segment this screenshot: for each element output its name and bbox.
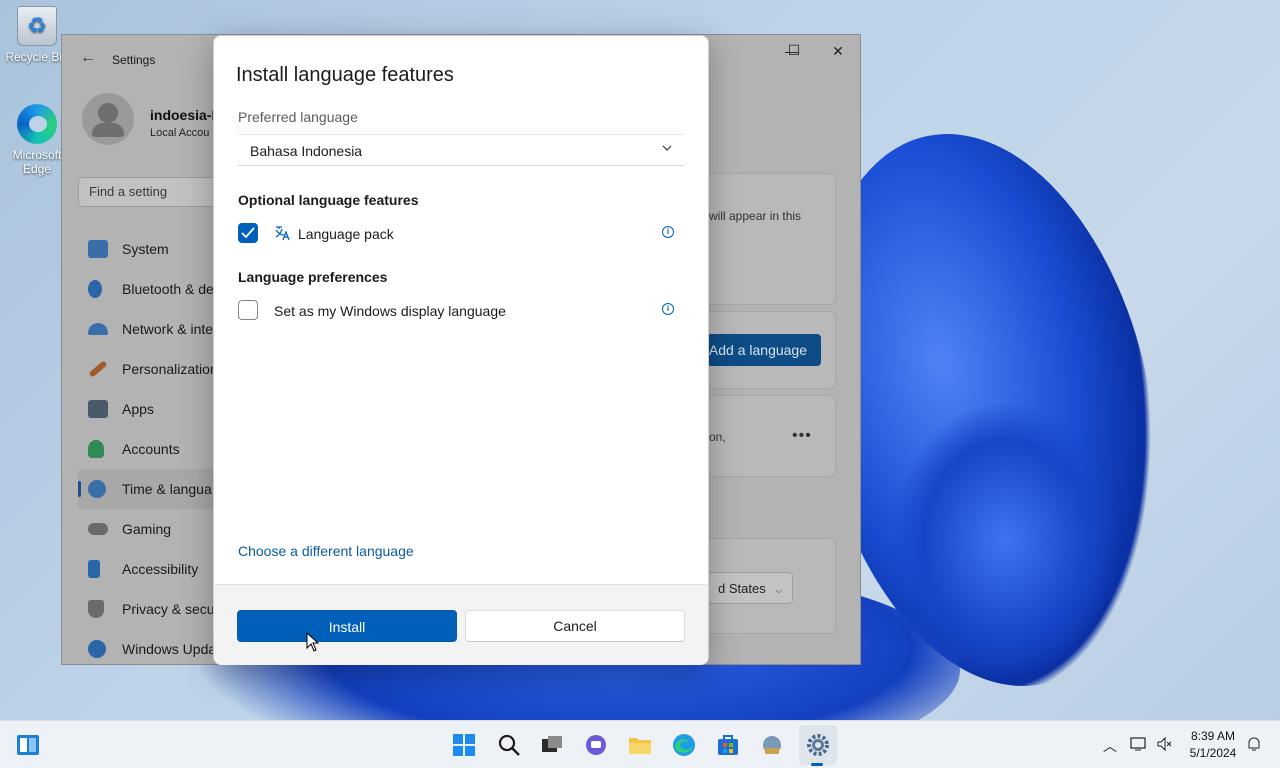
chevron-down-icon: ⌵ xyxy=(775,585,783,595)
back-arrow-icon[interactable]: ← xyxy=(80,49,96,67)
dialog-title: Install language features xyxy=(236,64,454,86)
cancel-button[interactable]: Cancel xyxy=(465,610,685,642)
gamepad-icon xyxy=(88,523,108,535)
monitor-network-icon[interactable] xyxy=(1130,736,1146,752)
sidebar-item-time-language[interactable]: Time & langua xyxy=(78,469,228,509)
volume-muted-icon[interactable] xyxy=(1156,736,1172,752)
recycle-bin-icon: ♻ xyxy=(17,6,57,46)
maximize-icon: ☐ xyxy=(787,42,801,58)
sidebar-item-apps[interactable]: Apps xyxy=(78,389,228,429)
add-language-button[interactable]: Add a language xyxy=(707,334,821,366)
choose-different-language-link[interactable]: Choose a different language xyxy=(238,543,414,559)
sidebar-item-system[interactable]: System xyxy=(78,229,228,269)
wifi-icon xyxy=(88,323,108,335)
chevron-down-icon xyxy=(662,145,672,151)
preferred-language-label: Preferred language xyxy=(238,109,358,125)
file-explorer-icon[interactable] xyxy=(628,733,652,757)
start-icon[interactable] xyxy=(452,733,476,757)
display-language-checkbox[interactable] xyxy=(238,300,258,320)
display-language-label: Set as my Windows display language xyxy=(274,303,506,319)
search-icon[interactable] xyxy=(497,733,521,757)
sidebar-item-network[interactable]: Network & inte xyxy=(78,309,228,349)
brush-icon xyxy=(88,360,108,378)
install-language-dialog: Install language features Preferred lang… xyxy=(213,35,709,665)
sidebar-item-gaming[interactable]: Gaming xyxy=(78,509,228,549)
sidebar-item-bluetooth[interactable]: Bluetooth & de xyxy=(78,269,228,309)
sidebar-item-accessibility[interactable]: Accessibility xyxy=(78,549,228,589)
user-name: indoesia-F xyxy=(150,107,221,123)
mouse-cursor-icon xyxy=(306,632,320,652)
sidebar-item-accounts[interactable]: Accounts xyxy=(78,429,228,469)
checkmark-icon xyxy=(241,227,255,239)
apps-icon xyxy=(88,400,108,418)
install-button[interactable]: Install xyxy=(237,610,457,642)
taskbar: ︿ 8:39 AM 5/1/2024 xyxy=(0,720,1280,768)
language-icon xyxy=(275,226,290,241)
person-icon xyxy=(88,440,104,458)
clock-time[interactable]: 8:39 AM xyxy=(1188,729,1238,743)
sidebar-item-privacy[interactable]: Privacy & secu xyxy=(78,589,228,629)
update-icon xyxy=(88,640,106,658)
more-options-icon[interactable]: ••• xyxy=(792,427,812,445)
bluetooth-icon xyxy=(88,280,102,298)
sidebar-item-personalization[interactable]: Personalization xyxy=(78,349,228,389)
accessibility-icon xyxy=(88,560,100,578)
shield-icon xyxy=(88,600,104,618)
sidebar-item-windows-update[interactable]: Windows Upda xyxy=(78,629,228,669)
info-icon[interactable]: i xyxy=(662,226,674,238)
region-select[interactable]: d States ⌵ xyxy=(707,572,793,604)
system-icon xyxy=(88,240,108,258)
clock-date[interactable]: 5/1/2024 xyxy=(1188,746,1238,760)
window-title: Settings xyxy=(112,53,156,67)
running-indicator xyxy=(811,763,823,766)
preferred-language-dropdown[interactable]: Bahasa Indonesia xyxy=(238,134,684,166)
edge-icon[interactable] xyxy=(672,733,696,757)
dialog-footer: Install Cancel xyxy=(214,584,708,665)
notification-icon[interactable] xyxy=(1246,736,1262,752)
dropdown-value: Bahasa Indonesia xyxy=(250,143,363,159)
card-description: on, xyxy=(709,430,726,444)
avatar xyxy=(82,93,134,145)
info-icon[interactable]: i xyxy=(662,303,674,315)
task-view-icon[interactable] xyxy=(540,733,564,757)
language-pack-checkbox[interactable] xyxy=(238,223,258,243)
network-tool-icon[interactable] xyxy=(760,733,784,757)
edge-icon xyxy=(17,104,57,144)
close-button[interactable]: ✕ xyxy=(818,43,858,60)
optional-features-heading: Optional language features xyxy=(238,192,419,208)
chat-icon[interactable] xyxy=(584,733,608,757)
widgets-icon[interactable] xyxy=(16,733,40,757)
language-pack-label: Language pack xyxy=(298,226,394,242)
store-icon[interactable] xyxy=(716,733,740,757)
globe-clock-icon xyxy=(88,480,106,498)
chevron-up-icon[interactable]: ︿ xyxy=(1103,736,1117,756)
user-account-type: Local Accou xyxy=(150,127,210,139)
settings-gear-icon[interactable] xyxy=(806,733,830,757)
language-preferences-heading: Language preferences xyxy=(238,269,388,285)
card-description: will appear in this xyxy=(709,209,802,223)
sidebar-nav: System Bluetooth & de Network & inte Per… xyxy=(78,229,228,669)
